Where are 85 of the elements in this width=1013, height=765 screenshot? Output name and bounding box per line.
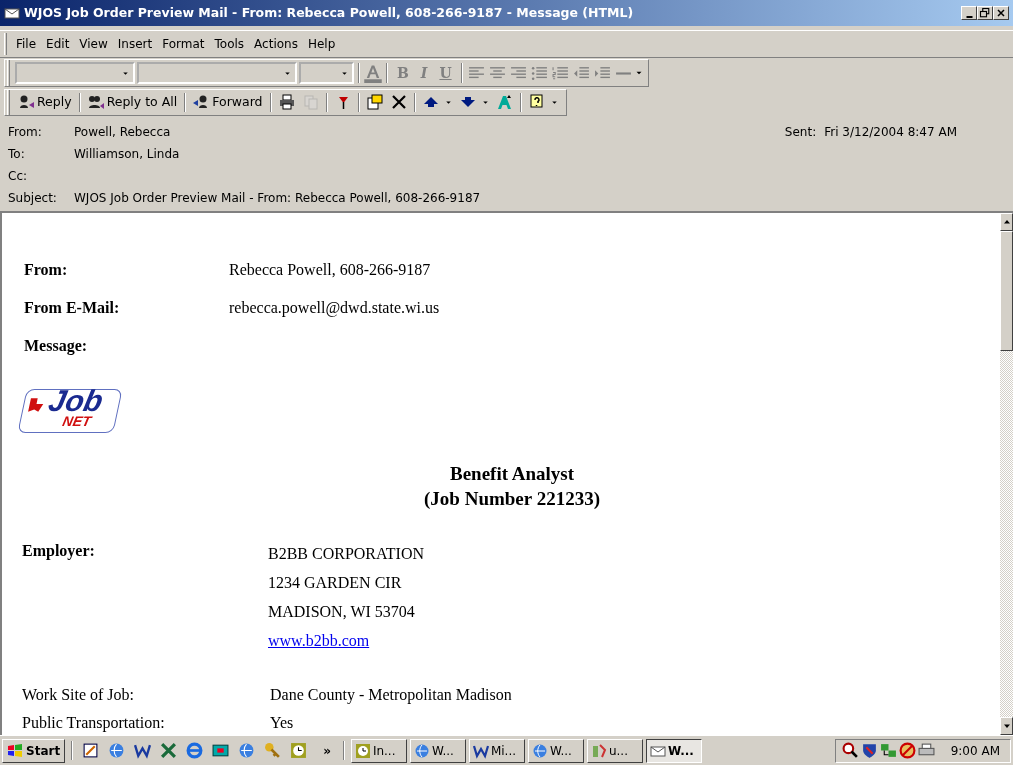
people-arrow-icon (87, 94, 104, 111)
key-icon[interactable] (264, 742, 282, 759)
globe-icon[interactable] (238, 742, 256, 759)
field-value: Rebecca Powell, 608-266-9187 (229, 259, 431, 280)
close-icon (995, 7, 1007, 19)
numbered-list-icon[interactable] (551, 64, 569, 82)
taskbar-button[interactable]: In... (350, 738, 407, 763)
down-arrow-icon (1002, 722, 1011, 730)
person-arrow-icon (18, 94, 34, 111)
windows-flag-icon (7, 742, 23, 759)
close-button[interactable] (993, 6, 1009, 20)
clock: 9:00 AM (950, 742, 1000, 760)
clock-icon[interactable] (290, 742, 308, 759)
taskbar-button[interactable]: Mi... (468, 738, 525, 763)
field-label: From E-Mail: (24, 297, 121, 318)
person-arrow-icon (193, 94, 210, 111)
taskbar-button[interactable]: W... (409, 738, 466, 763)
field-value: Dane County - Metropolitan Madison (270, 684, 512, 706)
folder-icon[interactable] (366, 94, 383, 111)
logo-subtext: NET (61, 413, 93, 428)
field-value: rebecca.powell@dwd.state.wi.us (229, 297, 440, 319)
menu-item[interactable]: Insert (112, 33, 158, 55)
minimize-icon (965, 15, 973, 18)
field-value: Fri 3/12/2004 8:47 AM (824, 123, 957, 141)
no-entry-icon[interactable] (898, 742, 916, 759)
restore-icon (979, 7, 991, 19)
website-link[interactable]: www.b2bb.com (268, 625, 370, 655)
forward-button[interactable]: Forward (189, 90, 267, 115)
restore-button[interactable] (977, 6, 993, 20)
more-button[interactable]: » (323, 741, 331, 760)
scroll-down-button[interactable] (1000, 717, 1013, 735)
magnifier-icon[interactable] (841, 742, 859, 759)
taskbar-button[interactable]: u... (586, 738, 643, 763)
globe-icon[interactable] (108, 742, 126, 759)
menu-item[interactable]: File (11, 33, 42, 55)
menu-item[interactable]: Tools (209, 33, 250, 55)
start-button[interactable]: Start (2, 738, 66, 763)
address-line: B2BB CORPORATION (268, 543, 425, 564)
reply-button[interactable]: Reply (14, 90, 76, 115)
field-label: Cc: (8, 167, 29, 185)
field-label: To: (8, 145, 26, 163)
job-title: Benefit Analyst (450, 461, 574, 486)
field-label: From: (24, 259, 69, 280)
help-icon[interactable] (528, 94, 545, 111)
menu-item[interactable]: View (74, 33, 113, 55)
scrollbar-thumb[interactable] (1000, 230, 1013, 351)
address-line: MADISON, WI 53704 (268, 601, 416, 622)
field-label: Message: (24, 335, 89, 357)
field-value: Yes (270, 712, 294, 733)
field-value: Williamson, Linda (74, 145, 180, 163)
shield-icon[interactable] (860, 742, 878, 759)
job-number: (Job Number 221233) (424, 486, 600, 511)
field-label: Work Site of Job: (22, 684, 136, 705)
menu-item[interactable]: Help (302, 33, 341, 55)
menu-item[interactable]: Edit (41, 33, 75, 55)
taskbar-button[interactable]: W... (645, 738, 702, 763)
font-size-icon[interactable] (496, 94, 513, 111)
field-label: Sent: (784, 123, 817, 141)
notepad-icon[interactable] (82, 742, 100, 759)
field-value: Powell, Rebecca (74, 123, 171, 141)
menu-item[interactable]: Format (157, 33, 210, 55)
field-label: Employer: (22, 540, 96, 562)
spreadsheet-icon[interactable] (160, 742, 178, 759)
media-icon[interactable] (212, 742, 230, 759)
field-label: Public Transportation: (22, 712, 166, 734)
field-label: From: (8, 123, 43, 141)
printer-icon[interactable] (278, 94, 295, 111)
delete-icon[interactable] (390, 94, 407, 111)
logo-text: Job (45, 385, 106, 416)
network-icon[interactable] (879, 742, 897, 759)
taskbar-button[interactable]: W... (527, 738, 584, 763)
reply-all-button[interactable]: Reply to All (83, 90, 182, 115)
window-title: WJOS Job Order Preview Mail - From: Rebecca Powell, 608-266-9187 - Message (HTML) (24, 3, 635, 22)
globe-icon (531, 742, 548, 759)
minimize-button[interactable] (961, 6, 977, 20)
clock-icon (354, 742, 371, 759)
menu-item[interactable]: Actions (249, 33, 303, 55)
envelope-icon (4, 5, 20, 21)
field-label: Subject: (8, 189, 58, 207)
browser-icon[interactable] (186, 742, 204, 759)
address-line: 1234 GARDEN CIR (268, 572, 403, 593)
globe-icon (413, 742, 430, 759)
bullet-list-icon[interactable] (530, 64, 548, 82)
word-icon[interactable] (134, 742, 152, 759)
field-value: WJOS Job Order Preview Mail - From: Rebecca Powell, 608-266-9187 (74, 189, 481, 207)
